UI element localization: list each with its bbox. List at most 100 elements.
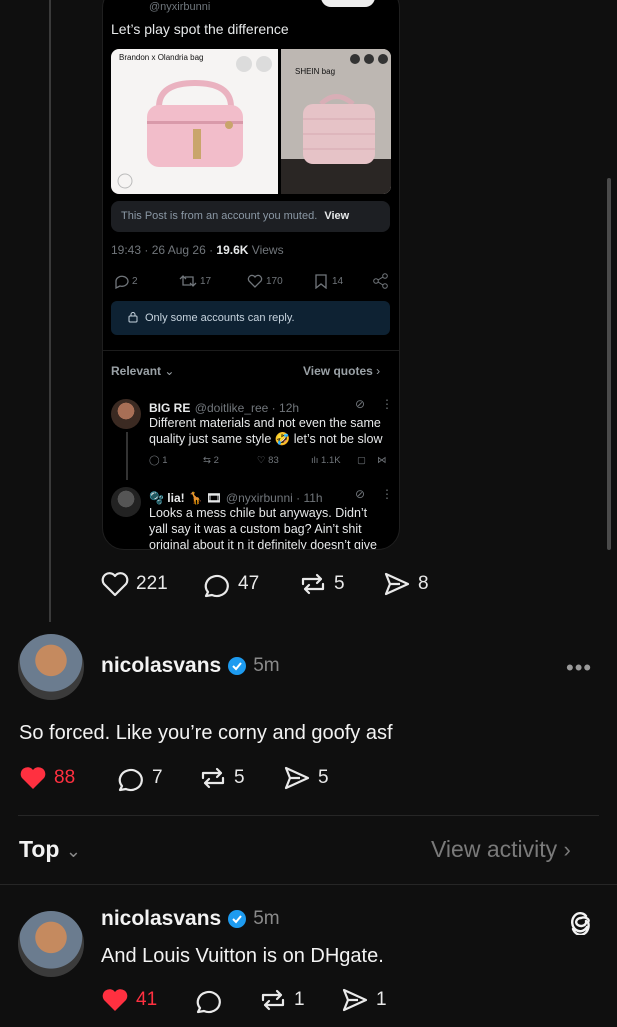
share-button[interactable]: 1 xyxy=(340,986,387,1014)
reply-action-bar: 88 7 5 5 xyxy=(18,764,358,794)
sort-relevant-dropdown[interactable]: Relevant ⌄ xyxy=(111,364,174,378)
more-icon[interactable]: ⋮ xyxy=(381,397,393,411)
comment-icon xyxy=(118,768,143,792)
view-activity-link[interactable]: View activity › xyxy=(431,836,571,863)
embedded-screenshot[interactable]: @nyxirbunni Let’s play spot the differen… xyxy=(102,0,400,550)
comment-bookmark-icon[interactable]: ▢ xyxy=(357,455,366,466)
verified-badge-icon xyxy=(228,910,247,928)
reply-header: nicolasvans 5m xyxy=(101,907,280,931)
embedded-handle: @nyxirbunni xyxy=(149,1,211,13)
avatar[interactable] xyxy=(18,634,84,700)
commenter-name: BIG RE xyxy=(149,401,191,415)
muted-view-link[interactable]: View xyxy=(324,210,349,222)
threads-logo-icon[interactable] xyxy=(567,907,593,940)
repost-icon xyxy=(261,989,285,1011)
send-icon xyxy=(284,766,310,790)
avatar[interactable] xyxy=(18,911,84,977)
comment-reply-count[interactable]: ◯ 1 xyxy=(149,455,168,466)
like-stat[interactable]: 170 xyxy=(247,273,283,289)
bookmark-stat[interactable]: 14 xyxy=(313,273,343,289)
share-icon xyxy=(373,273,388,289)
heart-icon xyxy=(247,274,263,288)
scrollbar[interactable] xyxy=(607,178,611,550)
more-options-icon[interactable]: ••• xyxy=(566,655,592,681)
lock-icon xyxy=(128,312,138,323)
send-icon xyxy=(384,572,410,596)
bag-image-1: Brandon x Olandria bag xyxy=(111,49,278,194)
reply-text: And Louis Vuitton is on DHgate. xyxy=(101,945,384,967)
reply-text: So forced. Like you’re corny and goofy a… xyxy=(19,722,393,744)
post-time: 5m xyxy=(253,655,280,676)
comment-button[interactable]: 47 xyxy=(202,570,259,598)
repost-icon xyxy=(201,767,225,789)
meta-views-count: 19.6K xyxy=(216,243,249,257)
comment-view-count[interactable]: ılı 1.1K xyxy=(311,455,341,466)
username[interactable]: nicolasvans xyxy=(101,654,221,678)
post-meta: 19:43 · 26 Aug 26 · 19.6K Views xyxy=(111,243,284,257)
share-stat[interactable] xyxy=(373,273,389,289)
divider xyxy=(103,350,399,351)
repost-stat[interactable]: 17 xyxy=(179,273,211,289)
comment-share-icon[interactable]: ⋈ xyxy=(377,455,387,466)
heart-icon xyxy=(101,572,129,597)
reply-restriction-notice: Only some accounts can reply. xyxy=(111,301,390,335)
heart-filled-icon xyxy=(20,767,46,789)
threads-icon xyxy=(571,912,590,936)
repost-button[interactable]: 1 xyxy=(258,986,305,1014)
reply-action-bar: 41 1 1 xyxy=(100,986,440,1016)
reply-stat[interactable]: 2 xyxy=(113,273,138,289)
sort-top-dropdown[interactable]: Top ⌄ xyxy=(19,836,81,863)
comment-thread-line xyxy=(126,432,128,480)
thread-connector-line xyxy=(49,0,51,622)
commenter-avatar[interactable] xyxy=(111,399,141,429)
comment-repost-count[interactable]: ⇆ 2 xyxy=(203,455,219,466)
muted-notice: This Post is from an account you muted. … xyxy=(111,201,390,232)
repost-icon xyxy=(301,573,325,595)
comment-text-2: Looks a mess chile but anyways. Didn’t y… xyxy=(149,506,377,550)
like-button[interactable]: 221 xyxy=(100,570,168,598)
divider xyxy=(18,815,599,816)
image2-label: SHEIN bag xyxy=(295,67,336,76)
follow-button xyxy=(321,0,375,7)
commenter-avatar-2[interactable] xyxy=(111,487,141,517)
like-button[interactable]: 88 xyxy=(18,764,75,792)
meta-time: 19:43 · 26 Aug 26 · xyxy=(111,243,217,257)
comment-like-count[interactable]: ♡ 83 xyxy=(257,455,279,466)
repost-button[interactable]: 5 xyxy=(298,570,345,598)
post-action-bar: 221 47 5 8 xyxy=(100,570,440,600)
meta-views-label: Views xyxy=(248,243,284,257)
comment-icon xyxy=(196,990,221,1014)
commenter-handle-2: @nyxirbunni · 11h xyxy=(225,491,323,505)
pink-bag-illustration xyxy=(117,56,272,189)
comment-button[interactable]: 7 xyxy=(116,764,163,792)
heart-filled-icon xyxy=(102,989,128,1011)
grok-icon[interactable]: ⊘ xyxy=(355,397,365,411)
comment-text: Different materials and not even the sam… xyxy=(149,416,383,446)
share-button[interactable]: 8 xyxy=(382,570,429,598)
reply-restriction-text: Only some accounts can reply. xyxy=(145,312,295,324)
view-quotes-link[interactable]: View quotes › xyxy=(303,364,380,378)
more-icon-2[interactable]: ⋮ xyxy=(381,487,393,501)
comment-stats: ◯ 1 ⇆ 2 ♡ 83 ılı 1.1K ▢ ⋈ xyxy=(149,455,389,469)
comment-button[interactable] xyxy=(194,986,230,1014)
bag-image-2: SHEIN bag xyxy=(281,49,391,194)
repost-icon xyxy=(179,275,197,287)
embedded-stats-row: 2 17 170 14 xyxy=(111,273,391,293)
divider xyxy=(0,884,617,885)
send-icon xyxy=(342,988,368,1012)
username[interactable]: nicolasvans xyxy=(101,907,221,931)
comment-icon xyxy=(204,574,229,598)
bookmark-icon xyxy=(315,274,327,289)
grok-icon-2[interactable]: ⊘ xyxy=(355,487,365,501)
post-time: 5m xyxy=(253,908,280,929)
image1-label: Brandon x Olandria bag xyxy=(119,53,204,62)
embedded-post-text: Let’s play spot the difference xyxy=(111,21,289,37)
verified-badge-icon xyxy=(228,657,247,675)
reply-header: nicolasvans 5m xyxy=(101,654,280,678)
like-button[interactable]: 41 xyxy=(100,986,157,1014)
share-button[interactable]: 5 xyxy=(282,764,329,792)
muted-notice-text: This Post is from an account you muted. xyxy=(121,210,318,222)
repost-button[interactable]: 5 xyxy=(198,764,245,792)
commenter-name-2: 🫧 lia! 🦒 🎞 xyxy=(149,491,222,505)
commenter-handle: @doitlike_ree · 12h xyxy=(194,401,300,415)
